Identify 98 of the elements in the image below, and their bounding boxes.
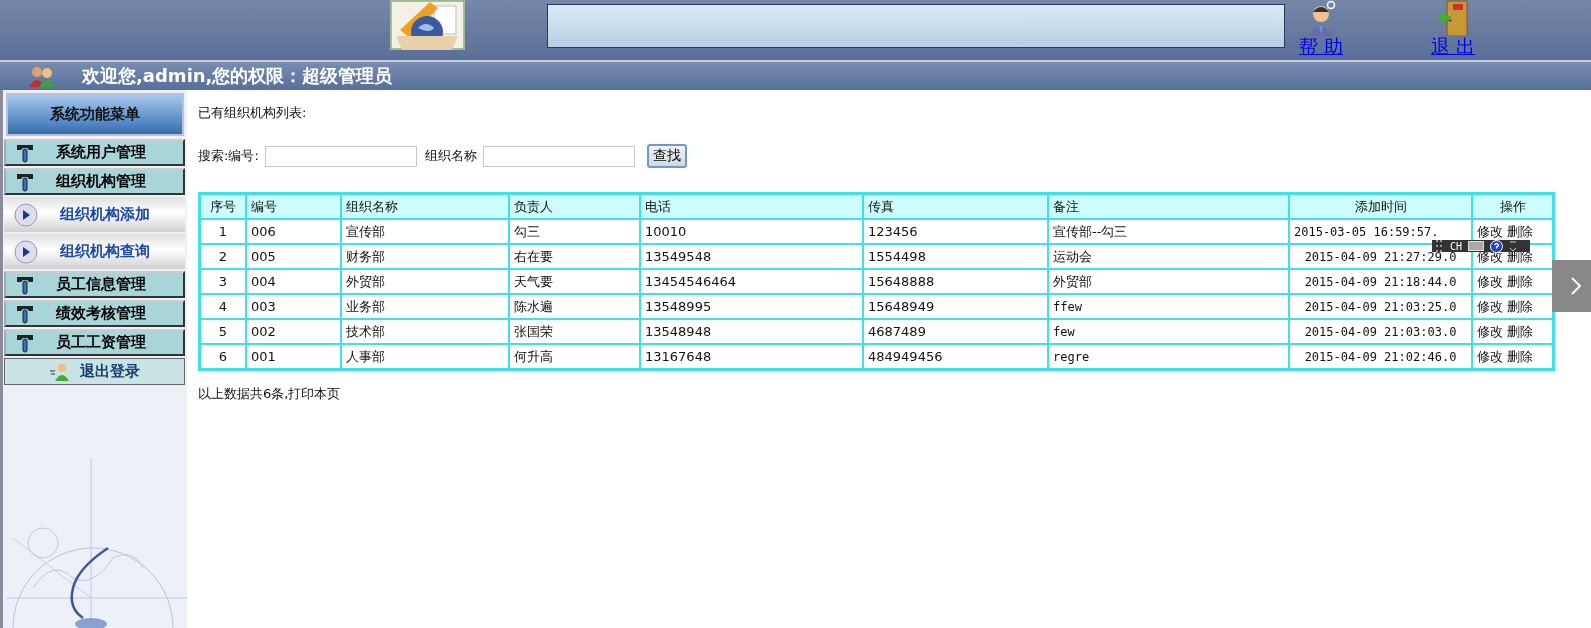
row-action-link[interactable]: 修改	[1477, 298, 1503, 314]
row-action-link[interactable]: 修改	[1477, 223, 1503, 239]
column-header: 备注	[1048, 194, 1289, 219]
menu-item[interactable]: 组织机构管理	[4, 168, 185, 195]
table-cell: 技术部	[341, 319, 509, 344]
table-cell: 2	[200, 244, 246, 269]
table-cell: 2015-04-09 21:03:25.0	[1289, 294, 1472, 319]
menu-item[interactable]: 员工信息管理	[4, 271, 185, 298]
table-cell: 宣传部	[341, 219, 509, 244]
column-header: 编号	[246, 194, 341, 219]
keyboard-icon[interactable]	[1468, 241, 1485, 251]
table-cell: 2015-04-09 21:03:03.0	[1289, 319, 1472, 344]
table-cell: 13167648	[640, 344, 863, 369]
side-panel-toggle[interactable]	[1552, 260, 1591, 312]
row-action-link[interactable]: 修改	[1477, 323, 1503, 339]
row-action-link[interactable]: 删除	[1507, 348, 1533, 364]
table-cell: 2015-04-09 21:02:46.0	[1289, 344, 1472, 369]
welcome-text: 欢迎您,admin,您的权限：超级管理员	[82, 64, 393, 88]
column-header: 组织名称	[341, 194, 509, 219]
table-cell: 10010	[640, 219, 863, 244]
table-cell: 5	[200, 319, 246, 344]
hammer-icon	[16, 274, 34, 295]
row-action-link[interactable]: 删除	[1507, 323, 1533, 339]
table-cell: 13548995	[640, 294, 863, 319]
table-cell: 15648888	[863, 269, 1048, 294]
table-cell: few	[1048, 319, 1289, 344]
menu-item[interactable]: 组织机构查询	[4, 234, 185, 269]
table-cell: 业务部	[341, 294, 509, 319]
user-exit-icon	[49, 362, 70, 381]
table-cell: 4	[200, 294, 246, 319]
column-header: 添加时间	[1289, 194, 1472, 219]
play-circle-icon	[14, 202, 38, 227]
help-icon[interactable]	[1490, 239, 1504, 253]
table-cell: 陈水遍	[509, 294, 640, 319]
table-cell: 外贸部	[1048, 269, 1289, 294]
play-circle-icon	[14, 239, 38, 264]
menu-item[interactable]: 组织机构添加	[4, 197, 185, 232]
table-cell: 人事部	[341, 344, 509, 369]
table-cell: 2015-04-09 21:18:44.0	[1289, 269, 1472, 294]
table-cell: 运动会	[1048, 244, 1289, 269]
table-cell: 4687489	[863, 319, 1048, 344]
search-button[interactable]: 查找	[646, 144, 687, 168]
table-cell: 003	[246, 294, 341, 319]
summary-text: 以上数据共6条,打印本页	[198, 385, 342, 403]
table-cell: 1	[200, 219, 246, 244]
table-cell: 123456	[863, 219, 1048, 244]
name-label: 组织名称	[424, 147, 477, 165]
table-cell: 005	[246, 244, 341, 269]
column-header: 电话	[640, 194, 863, 219]
menu-item[interactable]: 系统用户管理	[4, 139, 185, 166]
row-action-link[interactable]: 修改	[1477, 273, 1503, 289]
table-cell: 006	[246, 219, 341, 244]
table-cell: 勾三	[509, 219, 640, 244]
table-cell: 何升高	[509, 344, 640, 369]
name-input[interactable]	[482, 145, 635, 167]
code-label: 搜索:编号:	[198, 147, 259, 165]
row-action-link[interactable]: 删除	[1507, 298, 1533, 314]
hammer-icon	[16, 332, 34, 353]
table-cell: 右在要	[509, 244, 640, 269]
list-heading: 已有组织机构列表:	[198, 104, 308, 122]
table-cell: 6	[200, 344, 246, 369]
table-cell: 张国荣	[509, 319, 640, 344]
table-cell: 001	[246, 344, 341, 369]
row-action-link[interactable]: 删除	[1507, 223, 1533, 239]
table-cell: 财务部	[341, 244, 509, 269]
row-action-link[interactable]: 修改	[1477, 248, 1503, 264]
users-icon	[28, 65, 56, 87]
hammer-icon	[16, 142, 34, 163]
hammer-icon	[16, 171, 34, 192]
table-cell: 002	[246, 319, 341, 344]
menu-item[interactable]: 退出登录	[4, 358, 185, 385]
table-cell: regre	[1048, 344, 1289, 369]
table-cell: 3	[200, 269, 246, 294]
table-cell: 外贸部	[341, 269, 509, 294]
row-action-link[interactable]: 修改	[1477, 348, 1503, 364]
table-cell: 004	[246, 269, 341, 294]
column-header: 传真	[863, 194, 1048, 219]
table-cell: 天气要	[509, 269, 640, 294]
table-cell: 1554498	[863, 244, 1048, 269]
chevron-right-icon	[1569, 276, 1582, 296]
menu-item[interactable]: 员工工资管理	[4, 329, 185, 356]
table-cell: ffew	[1048, 294, 1289, 319]
table-cell: 15648949	[863, 294, 1048, 319]
grip-icon[interactable]	[1436, 239, 1444, 253]
column-header: 序号	[200, 194, 246, 219]
code-input[interactable]	[264, 145, 417, 167]
table-cell: 13548948	[640, 319, 863, 344]
row-action-link[interactable]: 删除	[1507, 273, 1533, 289]
column-header: 操作	[1472, 194, 1553, 219]
table-cell: 13454546464	[640, 269, 863, 294]
table-cell: 宣传部--勾三	[1048, 219, 1289, 244]
menu-title[interactable]: 系统功能菜单	[6, 93, 184, 136]
menu-item[interactable]: 绩效考核管理	[4, 300, 185, 327]
hammer-icon	[16, 303, 34, 324]
table-cell: 13549548	[640, 244, 863, 269]
minimize-icon[interactable]	[1509, 240, 1518, 252]
column-header: 负责人	[509, 194, 640, 219]
table-cell: 484949456	[863, 344, 1048, 369]
